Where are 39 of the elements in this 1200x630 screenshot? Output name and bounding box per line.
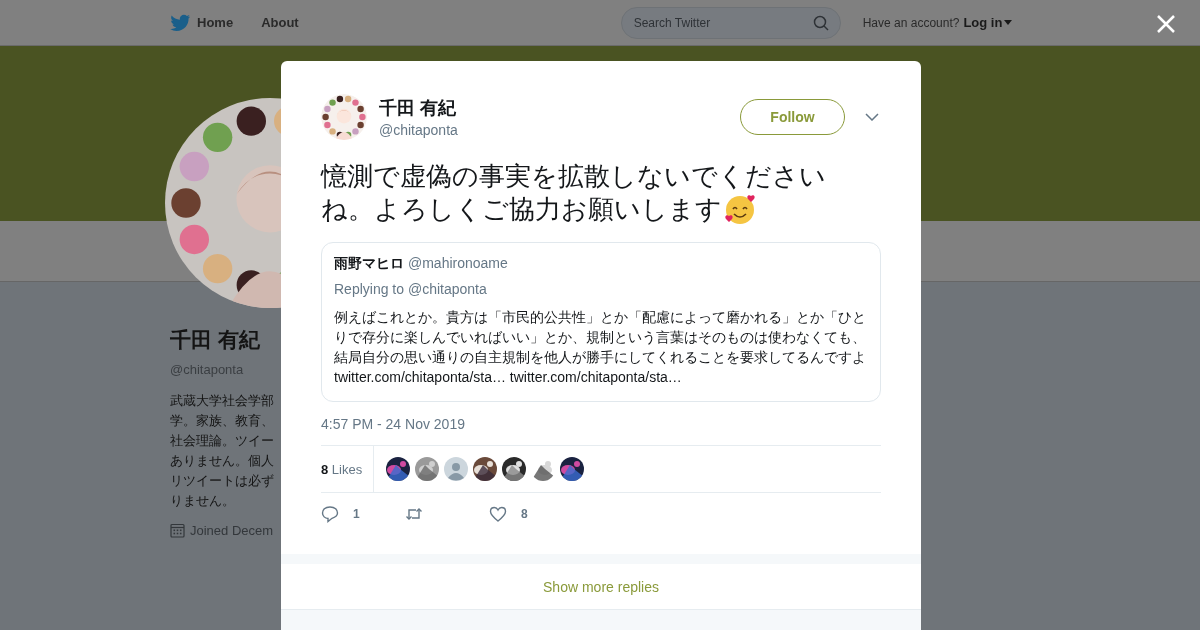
profile-name: 千田 有紀	[170, 327, 260, 353]
replying-to-text: Replying to @chitaponta	[334, 281, 488, 297]
reply-icon[interactable]	[321, 505, 339, 523]
bio-text: 社会理論。ツイー	[170, 432, 274, 450]
tweet-text: 憶測で虚偽の事実を拡散しないでください	[321, 160, 826, 192]
account-prompt: Have an account?	[862, 15, 960, 30]
action-count: 1	[353, 507, 360, 521]
heart-icon[interactable]	[489, 505, 507, 523]
bio-text: りません。	[170, 492, 235, 510]
joined-date: Joined Decem	[190, 523, 274, 538]
author-handle[interactable]: @chitaponta	[379, 122, 458, 138]
link[interactable]: twitter.com/chitaponta/sta…	[334, 369, 506, 385]
bio-text: 武蔵大学社会学部	[170, 392, 274, 410]
bio-text: 学。家族、教育、	[170, 412, 274, 430]
likes-count[interactable]: 8 Likes	[321, 446, 375, 492]
tweet-timestamp: 4:57 PM - 24 Nov 2019	[321, 416, 881, 446]
search-icon[interactable]	[812, 14, 829, 31]
search-field[interactable]: Search Twitter	[620, 6, 841, 39]
bio-text: ありません。個人	[170, 452, 274, 470]
tweet-text: ね。よろしくご協力お願いします	[321, 193, 722, 225]
link[interactable]: twitter.com/chitaponta/sta…	[509, 369, 682, 385]
follow-button[interactable]: Follow	[740, 99, 845, 135]
action-count: 8	[521, 507, 528, 521]
author-name[interactable]: 千田 有紀	[379, 96, 458, 120]
caret-icon	[1004, 20, 1013, 25]
nav-link[interactable]: About	[261, 15, 299, 30]
login-link[interactable]: Log in	[963, 15, 1013, 30]
calendar-icon	[170, 523, 185, 538]
quote-author-name: 雨野マヒロ	[334, 255, 404, 273]
quoted-tweet[interactable]	[321, 242, 881, 402]
quote-author-handle: @mahironoame	[408, 255, 508, 271]
bio-text: リツイートは必ず	[170, 472, 274, 490]
chevron-icon[interactable]	[865, 113, 879, 121]
default-avatar-icon[interactable]	[444, 457, 469, 481]
bird-icon	[170, 13, 191, 32]
close-icon[interactable]	[1156, 14, 1176, 34]
nav-link[interactable]: Home	[170, 13, 234, 32]
show-more-replies-link[interactable]: Show more replies	[543, 578, 659, 595]
smiling-face-icon	[724, 192, 758, 226]
